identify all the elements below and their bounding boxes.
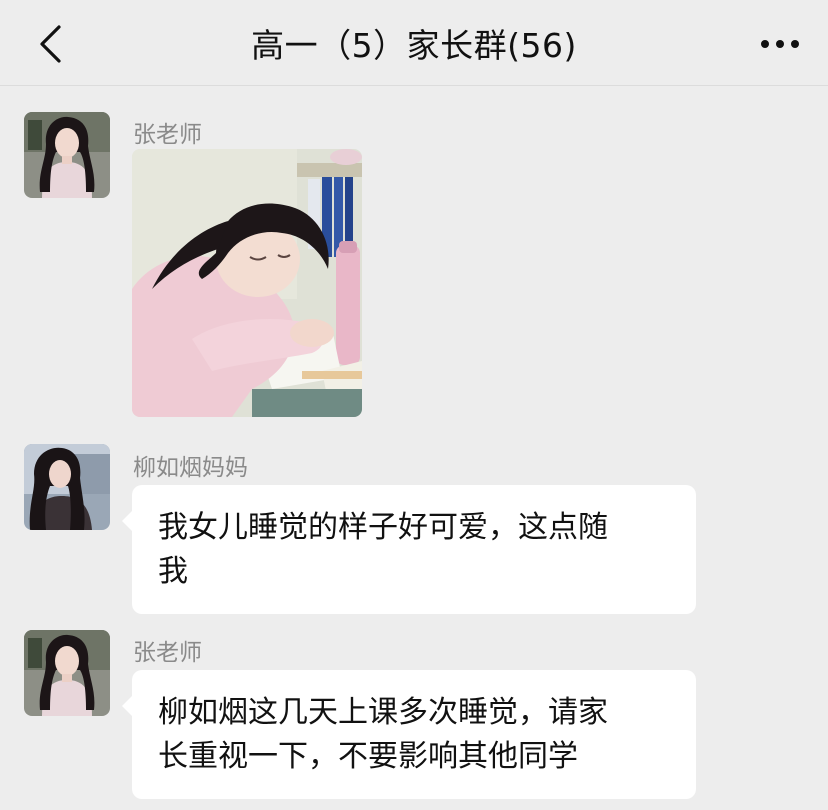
avatar-teacher-image <box>24 112 110 198</box>
avatar-parent-image <box>24 444 110 530</box>
avatar-parent[interactable] <box>24 444 110 530</box>
avatar-teacher[interactable] <box>24 630 110 716</box>
more-dots-icon <box>761 40 799 48</box>
message-line: 柳如烟这几天上课多次睡觉，请家 <box>158 695 608 730</box>
message-line: 我女儿睡觉的样子好可爱，这点随 <box>158 510 608 545</box>
sender-name: 张老师 <box>133 122 202 148</box>
avatar-teacher[interactable] <box>24 112 110 198</box>
photo-girl-sleeping-icon <box>132 149 362 417</box>
chat-title: 高一（5）家长群(56) <box>251 26 577 65</box>
message-bubble[interactable]: 柳如烟这几天上课多次睡觉，请家 长重视一下，不要影响其他同学 <box>122 670 696 799</box>
more-button[interactable] <box>750 20 810 68</box>
nav-bar: 高一（5）家长群(56) <box>0 0 828 86</box>
message-bubble[interactable]: 我女儿睡觉的样子好可爱，这点随 我 <box>122 485 696 614</box>
sender-name: 张老师 <box>133 640 202 666</box>
message-line: 长重视一下，不要影响其他同学 <box>158 739 578 774</box>
message-line: 我 <box>158 554 188 589</box>
shared-photo[interactable] <box>132 149 362 417</box>
avatar-teacher-image <box>24 630 110 716</box>
chat-screen: 高一（5）家长群(56) 张老师 柳如烟妈妈 我女儿睡觉的样子好可爱，这点随 我… <box>0 0 828 810</box>
sender-name: 柳如烟妈妈 <box>133 455 248 481</box>
